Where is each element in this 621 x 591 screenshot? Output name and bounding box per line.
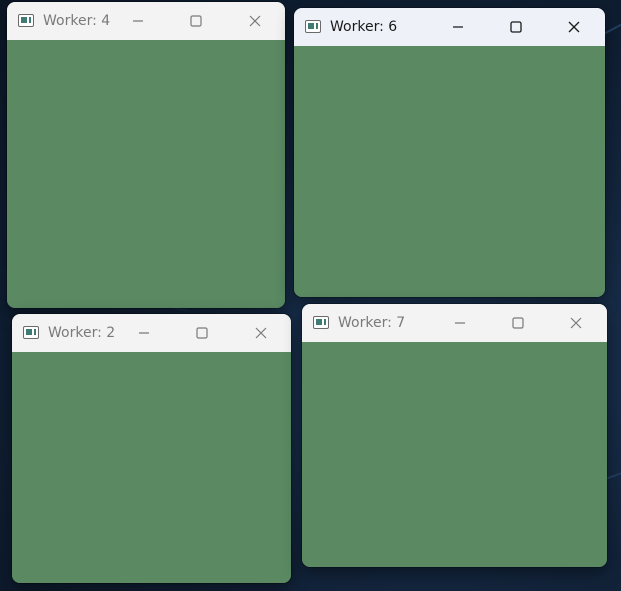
close-icon <box>255 327 267 339</box>
minimize-button[interactable] <box>130 13 146 29</box>
maximize-button[interactable] <box>188 13 204 29</box>
window-client-area[interactable] <box>302 342 607 567</box>
maximize-icon <box>510 21 522 33</box>
maximize-button[interactable] <box>194 325 210 341</box>
minimize-button[interactable] <box>136 325 152 341</box>
window-titlebar[interactable]: Worker: 2 <box>12 314 291 352</box>
minimize-icon <box>139 332 149 334</box>
close-button[interactable] <box>253 325 269 341</box>
window-titlebar[interactable]: Worker: 6 <box>294 8 605 46</box>
window-title: Worker: 7 <box>338 315 406 331</box>
window-client-area[interactable] <box>294 46 605 297</box>
close-icon <box>568 21 580 33</box>
maximize-button[interactable] <box>510 315 526 331</box>
window-client-area[interactable] <box>7 40 285 308</box>
maximize-icon <box>196 327 208 339</box>
window-client-area[interactable] <box>12 352 291 583</box>
window-titlebar[interactable]: Worker: 4 <box>7 2 285 40</box>
worker-window[interactable]: Worker: 6 <box>294 8 605 297</box>
window-title: Worker: 6 <box>330 19 398 35</box>
minimize-button[interactable] <box>452 315 468 331</box>
minimize-icon <box>133 20 143 22</box>
app-window-icon <box>23 326 39 339</box>
app-window-icon <box>18 14 34 27</box>
window-titlebar[interactable]: Worker: 7 <box>302 304 607 342</box>
worker-window[interactable]: Worker: 4 <box>7 2 285 308</box>
app-window-icon <box>313 316 329 329</box>
worker-window[interactable]: Worker: 7 <box>302 304 607 567</box>
maximize-icon <box>512 317 524 329</box>
minimize-icon <box>455 322 465 324</box>
app-window-icon <box>305 20 321 33</box>
worker-window[interactable]: Worker: 2 <box>12 314 291 583</box>
close-icon <box>570 317 582 329</box>
window-title: Worker: 4 <box>43 13 111 29</box>
close-button[interactable] <box>566 19 582 35</box>
window-title: Worker: 2 <box>48 325 116 341</box>
close-icon <box>249 15 261 27</box>
minimize-button[interactable] <box>450 19 466 35</box>
maximize-button[interactable] <box>508 19 524 35</box>
minimize-icon <box>453 26 463 28</box>
close-button[interactable] <box>568 315 584 331</box>
maximize-icon <box>190 15 202 27</box>
close-button[interactable] <box>247 13 263 29</box>
